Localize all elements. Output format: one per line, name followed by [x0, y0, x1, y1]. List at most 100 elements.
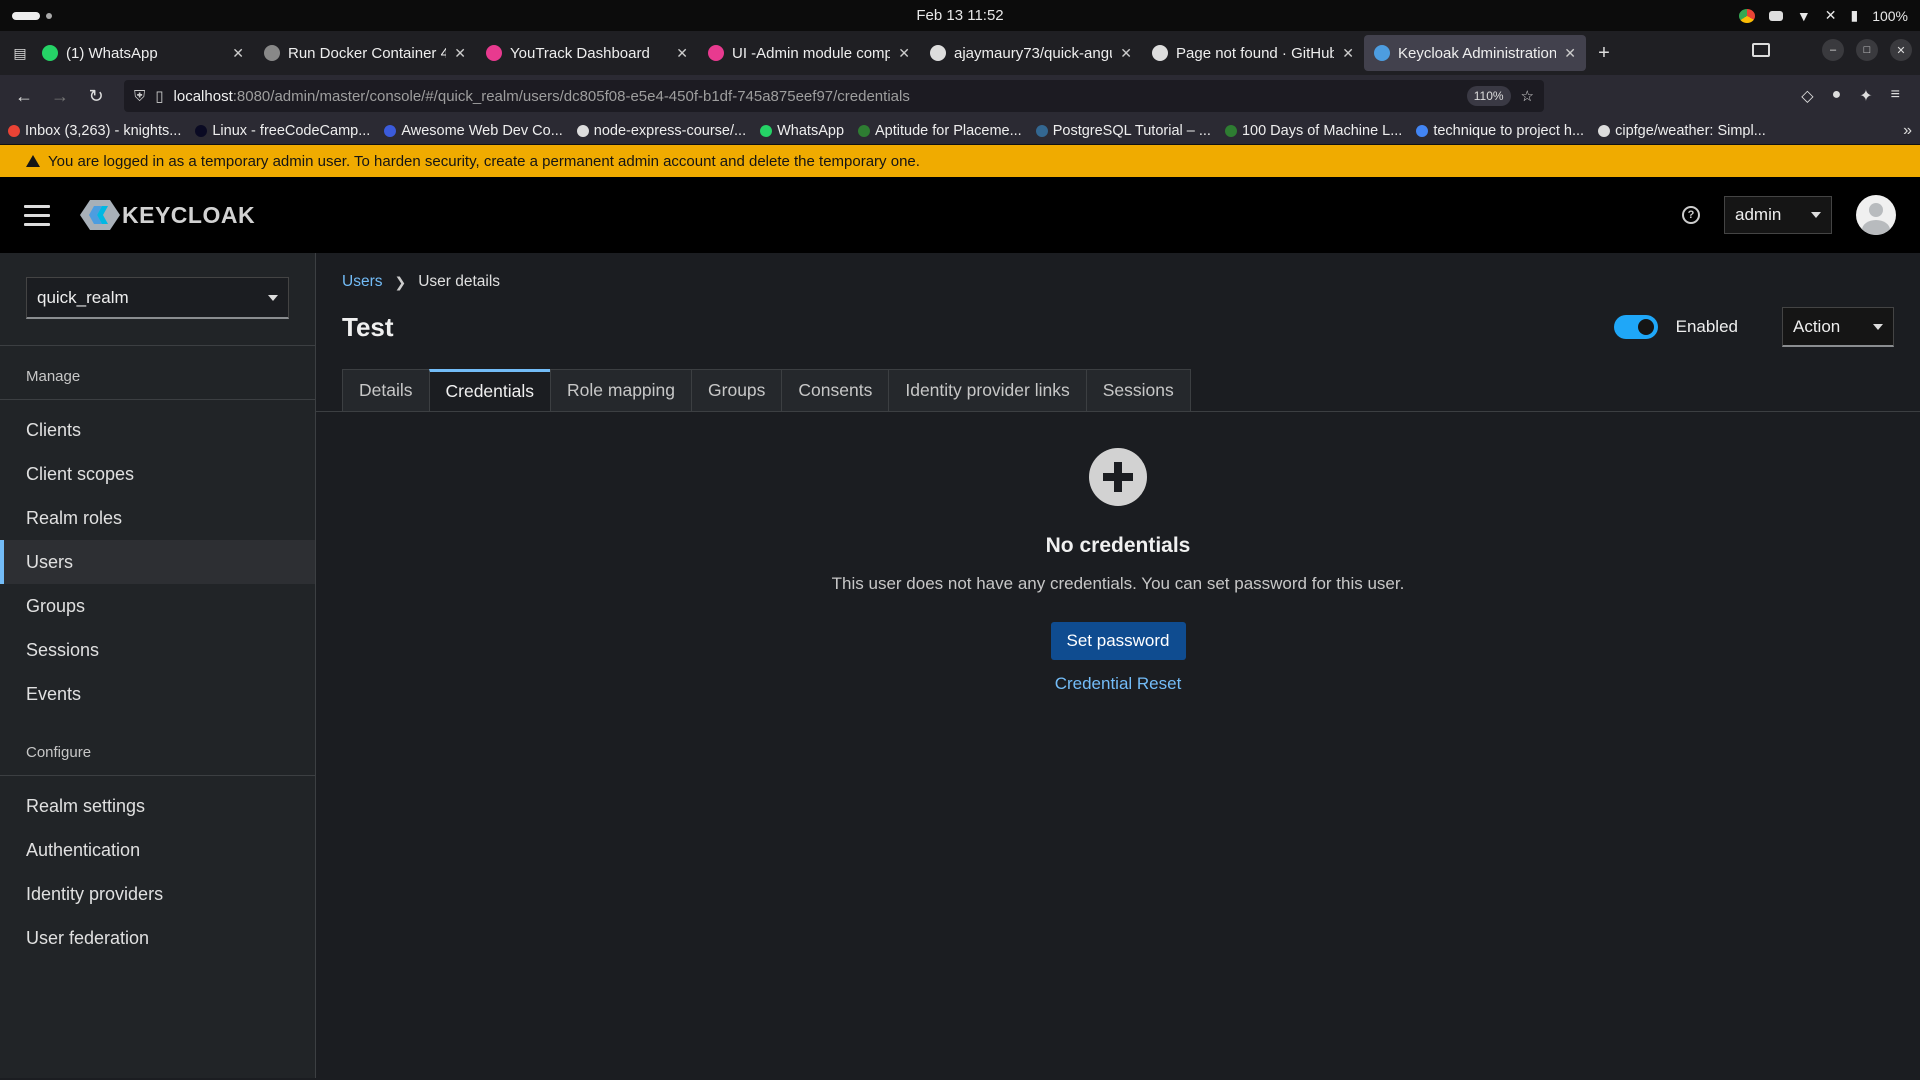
bookmark-item[interactable]: Aptitude for Placeme...: [858, 123, 1022, 139]
tab-close-icon[interactable]: ✕: [1342, 45, 1354, 62]
page-info-icon[interactable]: ▯: [155, 87, 163, 105]
activities-indicator[interactable]: [12, 11, 52, 20]
browser-nav-bar: ← → ↻ ⛨ ▯ localhost:8080/admin/master/co…: [0, 75, 1920, 117]
bookmark-star-icon[interactable]: ☆: [1521, 87, 1534, 105]
bookmark-item[interactable]: 100 Days of Machine L...: [1224, 123, 1402, 139]
tab-title: Page not found · GitHub: [1176, 44, 1335, 62]
breadcrumb-users-link[interactable]: Users: [342, 273, 382, 291]
help-icon[interactable]: ?: [1682, 206, 1700, 224]
sidebar-item-user-federation[interactable]: User federation: [0, 916, 315, 960]
bookmark-item[interactable]: Linux - freeCodeCamp...: [195, 123, 370, 139]
browser-tab[interactable]: YouTrack Dashboard ✕: [476, 35, 698, 71]
chevron-right-icon: ❯: [394, 273, 407, 290]
keycloak-logo-icon: [80, 200, 120, 230]
bookmark-label: node-express-course/...: [593, 122, 747, 139]
new-tab-button[interactable]: +: [1586, 35, 1622, 71]
tab-credentials[interactable]: Credentials: [428, 369, 552, 411]
browser-tab[interactable]: ajaymaury73/quick-angul ✕: [920, 35, 1142, 71]
url-path: :8080/admin/master/console/#/quick_realm…: [232, 87, 910, 105]
browser-tab[interactable]: UI -Admin module compo ✕: [698, 35, 920, 71]
chrome-icon[interactable]: [1738, 8, 1755, 23]
tab-close-icon[interactable]: ✕: [676, 45, 688, 62]
tab-details[interactable]: Details: [342, 369, 430, 411]
sidebar-item-identity-providers[interactable]: Identity providers: [0, 872, 315, 916]
bookmarks-overflow-icon[interactable]: »: [1903, 122, 1912, 140]
system-tray[interactable]: ▼ ✕ ▮ 100%: [1738, 7, 1908, 24]
credential-reset-link[interactable]: Credential Reset: [1055, 674, 1182, 694]
tab-close-icon[interactable]: ✕: [232, 45, 244, 62]
title-row: Test Enabled Action: [342, 307, 1894, 347]
sidebar-item-realm-settings[interactable]: Realm settings: [0, 784, 315, 828]
pocket-icon[interactable]: ◇: [1801, 86, 1813, 106]
tab-identity-provider-links[interactable]: Identity provider links: [888, 369, 1087, 411]
avatar[interactable]: [1856, 195, 1896, 235]
extensions-icon[interactable]: ✦: [1859, 86, 1872, 106]
sidebar-item-client-scopes[interactable]: Client scopes: [0, 452, 315, 496]
bookmarks-bar: Inbox (3,263) - knights... Linux - freeCo…: [0, 117, 1920, 145]
manage-group: Manage Clients Client scopes Realm roles Us…: [0, 346, 315, 734]
docker-icon[interactable]: [1768, 10, 1783, 21]
tab-favicon-icon: [1374, 45, 1390, 61]
browser-tab[interactable]: Run Docker Container 42 ✕: [254, 35, 476, 71]
url-bar[interactable]: ⛨ ▯ localhost:8080/admin/master/console/…: [124, 80, 1544, 112]
bookmark-favicon-icon: [1598, 124, 1611, 137]
realm-selector[interactable]: quick_realm: [26, 277, 289, 319]
back-button[interactable]: ←: [8, 80, 40, 112]
set-password-button[interactable]: Set password: [1050, 622, 1186, 660]
restore-button[interactable]: □: [1856, 39, 1878, 61]
volume-muted-icon: ✕: [1824, 7, 1837, 23]
bookmark-item[interactable]: node-express-course/...: [576, 122, 747, 139]
tab-title: (1) WhatsApp: [66, 44, 158, 62]
bookmark-favicon-icon: [8, 124, 20, 137]
sidebar-item-clients[interactable]: Clients: [0, 408, 315, 452]
tab-consents[interactable]: Consents: [781, 369, 890, 411]
tab-title: UI -Admin module compo: [732, 44, 891, 62]
hamburger-menu-icon[interactable]: [24, 204, 50, 226]
tab-sessions[interactable]: Sessions: [1085, 369, 1191, 411]
tab-role-mapping[interactable]: Role mapping: [550, 369, 693, 411]
sidebar-item-authentication[interactable]: Authentication: [0, 828, 315, 872]
masthead-tools: ? admin: [1682, 195, 1896, 235]
user-dropdown[interactable]: admin: [1724, 196, 1832, 234]
sidebar-item-groups[interactable]: Groups: [0, 584, 315, 628]
empty-state: No credentials This user does not have a…: [316, 412, 1920, 694]
os-clock[interactable]: Feb 13 11:52: [916, 7, 1003, 24]
bookmark-favicon-icon: [195, 124, 208, 137]
tab-close-icon[interactable]: ✕: [1564, 45, 1576, 62]
tab-overview-icon[interactable]: [1752, 43, 1770, 57]
tab-close-icon[interactable]: ✕: [1120, 45, 1132, 62]
bookmark-item[interactable]: WhatsApp: [760, 123, 844, 139]
reload-button[interactable]: ↻: [80, 80, 112, 112]
forward-button[interactable]: →: [44, 80, 76, 112]
browser-tab[interactable]: Page not found · GitHub ✕: [1142, 35, 1364, 71]
caret-down-icon: [1873, 323, 1883, 330]
shield-icon[interactable]: ⛨: [134, 88, 145, 105]
browser-tab[interactable]: Keycloak Administration ✕: [1364, 35, 1586, 71]
minimize-button[interactable]: –: [1822, 39, 1844, 61]
bookmark-favicon-icon: [1035, 124, 1048, 137]
tab-close-icon[interactable]: ✕: [898, 45, 910, 62]
url-text[interactable]: localhost:8080/admin/master/console/#/qu…: [174, 88, 1457, 105]
bookmark-item[interactable]: cipfge/weather: Simpl...: [1598, 123, 1766, 139]
zoom-level[interactable]: 110%: [1466, 86, 1511, 106]
sidebar-item-users[interactable]: Users: [0, 540, 315, 584]
account-icon[interactable]: ●: [1832, 86, 1842, 106]
sidebar-item-sessions[interactable]: Sessions: [0, 628, 315, 672]
sidebar-item-events[interactable]: Events: [0, 672, 315, 716]
tab-close-icon[interactable]: ✕: [454, 45, 466, 62]
bookmark-item[interactable]: Inbox (3,263) - knights...: [8, 123, 181, 139]
bookmark-item[interactable]: technique to project h...: [1416, 123, 1584, 139]
tab-groups[interactable]: Groups: [691, 369, 783, 411]
menu-icon[interactable]: ≡: [1891, 86, 1900, 106]
tab-list-icon[interactable]: ▤: [8, 37, 32, 69]
enabled-toggle[interactable]: [1613, 315, 1658, 339]
sidebar-item-realm-roles[interactable]: Realm roles: [0, 496, 315, 540]
bookmark-item[interactable]: Awesome Web Dev Co...: [384, 123, 563, 139]
close-window-button[interactable]: ✕: [1890, 39, 1912, 61]
action-dropdown[interactable]: Action: [1782, 307, 1894, 347]
workspace-pill-icon: [12, 11, 40, 20]
keycloak-logo[interactable]: KEYCLOAK: [80, 198, 255, 232]
bookmark-item[interactable]: PostgreSQL Tutorial – ...: [1035, 123, 1211, 139]
empty-state-title: No credentials: [1045, 534, 1191, 557]
browser-tab[interactable]: (1) WhatsApp ✕: [32, 35, 254, 71]
